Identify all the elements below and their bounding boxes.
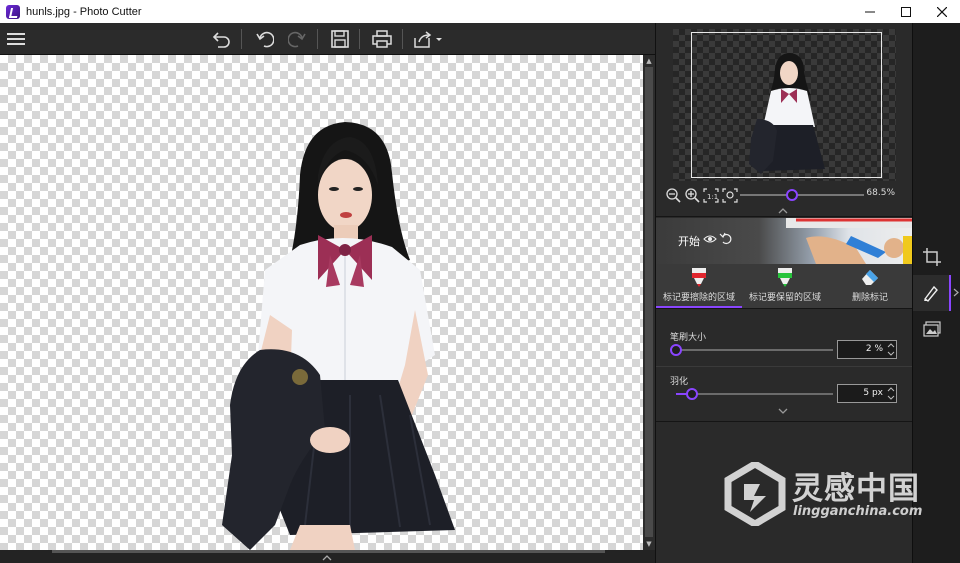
title-bar: hunls.jpg - Photo Cutter <box>0 0 960 23</box>
toolbar-divider <box>359 29 360 49</box>
feather-slider[interactable] <box>676 388 833 400</box>
expand-rail-icon[interactable] <box>953 288 959 297</box>
expand-bottom-panel-icon[interactable] <box>322 554 332 561</box>
panel-divider <box>656 421 913 422</box>
brush-size-label: 笔刷大小 <box>670 333 707 343</box>
zoom-out-icon[interactable] <box>664 186 682 204</box>
scroll-down-arrow[interactable]: ▼ <box>643 538 655 550</box>
reset-icon[interactable] <box>719 232 732 245</box>
eye-icon[interactable] <box>703 234 717 244</box>
horizontal-scrollbar[interactable] <box>0 550 655 563</box>
panel-divider <box>656 366 913 367</box>
share-icon[interactable] <box>412 27 444 51</box>
app-logo-icon <box>6 4 20 19</box>
eraser-icon <box>862 270 878 285</box>
collapse-preview-icon[interactable] <box>778 207 788 214</box>
zoom-slider[interactable] <box>740 189 864 201</box>
mode-label: 标记要保留的区域 <box>748 293 821 303</box>
main-toolbar <box>0 23 655 55</box>
marker-mode-tabs: 标记要擦除的区域 标记要保留的区域 删除标记 <box>656 264 913 308</box>
undo-all-icon[interactable] <box>210 27 234 51</box>
minimize-button[interactable] <box>852 0 888 23</box>
zoom-value: 68.5% <box>866 188 895 198</box>
photo-cutter-window: hunls.jpg - Photo Cutter ▲ ▼ 1:1 68.5% 开… <box>0 0 960 563</box>
brush-size-slider[interactable] <box>670 344 833 356</box>
image-canvas[interactable] <box>0 55 643 550</box>
tutorial-banner-image <box>786 218 913 264</box>
mode-label: 删除标记 <box>851 293 888 303</box>
menu-icon[interactable] <box>4 27 28 51</box>
start-label: 开始 <box>678 235 700 248</box>
spinner-arrows-icon[interactable] <box>887 342 895 357</box>
redo-icon[interactable] <box>285 27 309 51</box>
preview-thumbnail-image <box>749 53 825 174</box>
background-image-icon[interactable] <box>913 311 951 347</box>
start-tutorial-banner[interactable]: 开始 <box>656 218 913 264</box>
green-marker-icon <box>778 268 792 287</box>
mode-label: 标记要擦除的区域 <box>662 293 735 303</box>
brush-size-knob[interactable] <box>670 344 682 356</box>
zoom-controls: 1:1 68.5% <box>664 185 909 205</box>
vertical-scrollbar[interactable]: ▲ ▼ <box>643 55 655 550</box>
mode-delete-marks[interactable]: 删除标记 <box>827 264 913 308</box>
brush-size-input[interactable]: 2 % <box>837 340 897 359</box>
brush-size-value: 2 % <box>865 344 883 354</box>
navigator-preview[interactable] <box>673 29 896 181</box>
watermark-domain-text: lingganchina.com <box>793 504 923 519</box>
expand-options-icon[interactable] <box>778 408 788 415</box>
toolbar-divider <box>317 29 318 49</box>
feather-input[interactable]: 5 px <box>837 384 897 403</box>
toolbar-divider <box>402 29 403 49</box>
feather-label: 羽化 <box>670 377 689 387</box>
brush-icon[interactable] <box>913 275 951 311</box>
watermark-logo-icon <box>724 462 786 526</box>
mode-mark-keep[interactable]: 标记要保留的区域 <box>742 264 828 308</box>
red-marker-icon <box>692 268 706 287</box>
zoom-in-icon[interactable] <box>683 186 701 204</box>
close-button[interactable] <box>924 0 960 23</box>
panel-divider <box>656 308 913 309</box>
window-title: hunls.jpg - Photo Cutter <box>26 5 142 18</box>
actual-size-icon[interactable]: 1:1 <box>702 186 720 204</box>
watermark: 灵感中国 lingganchina.com <box>724 460 944 530</box>
crop-icon[interactable] <box>913 239 951 275</box>
vertical-scroll-thumb[interactable] <box>645 67 653 537</box>
fit-to-window-icon[interactable] <box>721 186 739 204</box>
spinner-arrows-icon[interactable] <box>887 386 895 401</box>
save-icon[interactable] <box>328 27 352 51</box>
zoom-slider-knob[interactable] <box>786 189 798 201</box>
horizontal-scroll-thumb[interactable] <box>52 550 605 553</box>
svg-text:1:1: 1:1 <box>707 193 718 201</box>
undo-icon[interactable] <box>253 27 277 51</box>
feather-knob[interactable] <box>686 388 698 400</box>
scroll-up-arrow[interactable]: ▲ <box>643 55 655 67</box>
cutout-subject-image <box>222 122 455 550</box>
watermark-chinese-text: 灵感中国 <box>792 471 920 507</box>
maximize-button[interactable] <box>888 0 924 23</box>
toolbar-divider <box>241 29 242 49</box>
panel-divider <box>656 216 913 217</box>
window-controls <box>852 0 960 23</box>
mode-mark-erase[interactable]: 标记要擦除的区域 <box>656 264 742 308</box>
feather-value: 5 px <box>863 388 883 398</box>
print-icon[interactable] <box>370 27 394 51</box>
